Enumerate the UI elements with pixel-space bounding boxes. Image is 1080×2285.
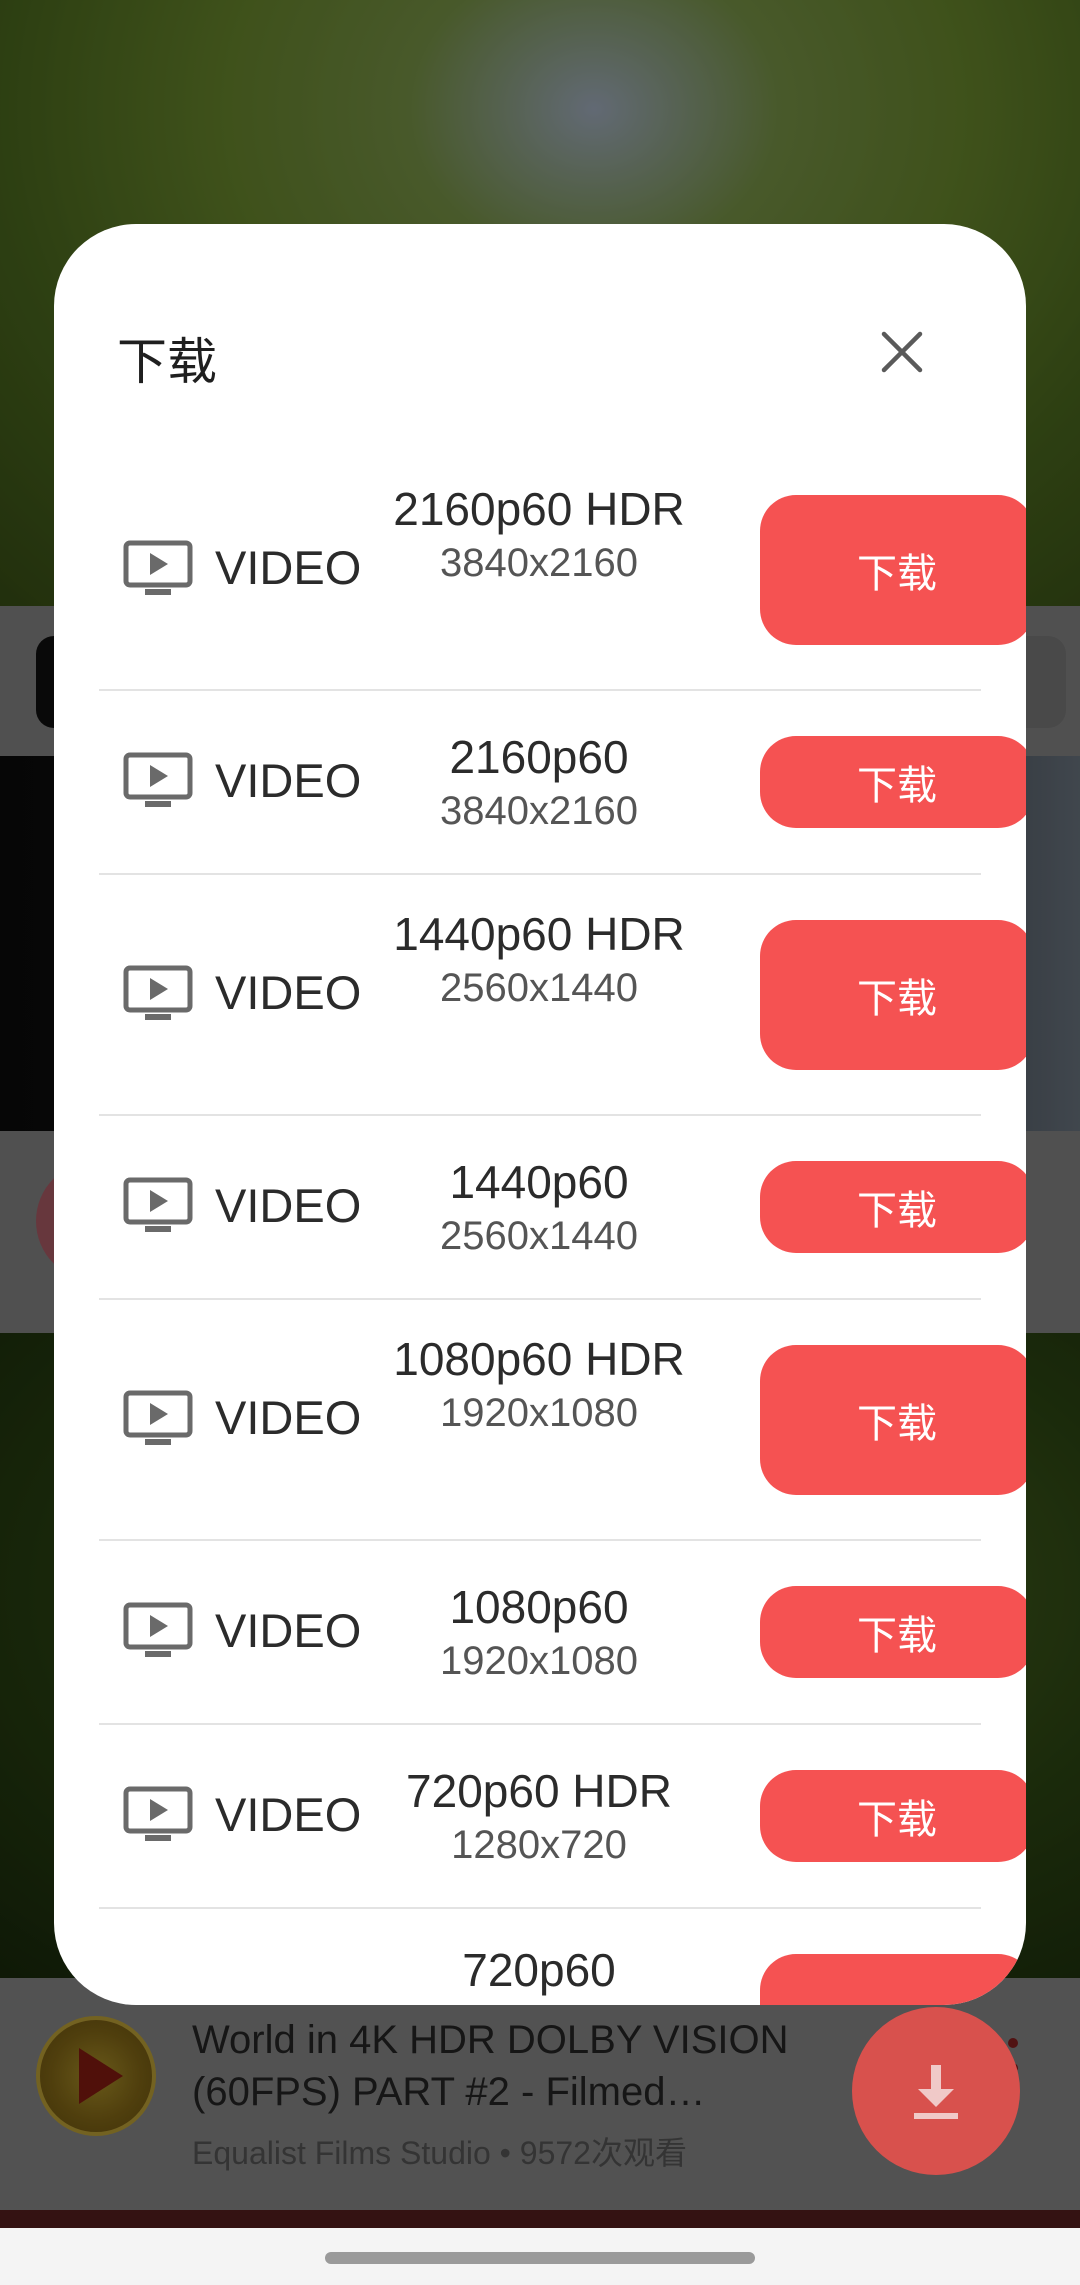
quality-label: 1440p60 xyxy=(449,1156,629,1208)
quality-label: 1440p60 HDR xyxy=(393,908,685,960)
quality-label: 720p60 HDR xyxy=(406,1765,672,1817)
video-icon xyxy=(123,1177,193,1232)
resolution-label: 2560x1440 xyxy=(440,966,638,1010)
home-indicator[interactable] xyxy=(325,2252,755,2264)
format-row: VIDEO 1440p60 HDR 2560x1440 下载 xyxy=(99,875,1026,1116)
download-dialog: 下载 VIDEO 2160p60 HDR 3840x2160 下载 VIDEO … xyxy=(54,224,1026,2005)
format-quality: 720p60 HDR 1280x720 xyxy=(389,1762,689,1870)
format-quality: 1440p60 HDR 2560x1440 xyxy=(389,905,689,1013)
quality-label: 1080p60 xyxy=(449,1581,629,1633)
video-icon xyxy=(123,1786,193,1841)
close-button[interactable] xyxy=(870,320,934,384)
resolution-label: 1920x1080 xyxy=(440,1639,638,1683)
resolution-label: 1920x1080 xyxy=(440,1391,638,1435)
format-quality: 1440p60 2560x1440 xyxy=(389,1153,689,1261)
quality-label: 1080p60 HDR xyxy=(393,1333,685,1385)
resolution-label: 2560x1440 xyxy=(440,1214,638,1258)
download-button[interactable]: 下载 xyxy=(760,920,1026,1070)
download-button[interactable] xyxy=(760,1954,1026,2005)
format-row: 720p60 xyxy=(99,1909,1026,2005)
format-quality: 1080p60 1920x1080 xyxy=(389,1578,689,1686)
resolution-label: 3840x2160 xyxy=(440,789,638,833)
format-row: VIDEO 1080p60 1920x1080 下载 xyxy=(99,1541,1026,1725)
format-row: VIDEO 2160p60 HDR 3840x2160 下载 xyxy=(99,450,1026,691)
format-type: VIDEO xyxy=(215,541,362,594)
download-button[interactable]: 下载 xyxy=(760,736,1026,828)
format-type: VIDEO xyxy=(215,1788,362,1841)
format-type: VIDEO xyxy=(215,1391,362,1444)
download-button[interactable]: 下载 xyxy=(760,1345,1026,1495)
video-icon xyxy=(123,1602,193,1657)
format-type: VIDEO xyxy=(215,1179,362,1232)
floating-download-button[interactable] xyxy=(852,2007,1020,2175)
download-button[interactable]: 下载 xyxy=(760,1161,1026,1253)
format-row: VIDEO 720p60 HDR 1280x720 下载 xyxy=(99,1725,1026,1909)
download-button[interactable]: 下载 xyxy=(760,495,1026,645)
format-type: VIDEO xyxy=(215,1604,362,1657)
dialog-title: 下载 xyxy=(117,333,217,391)
close-icon xyxy=(881,331,923,373)
format-type: VIDEO xyxy=(215,966,362,1019)
quality-label: 2160p60 xyxy=(449,731,629,783)
video-icon xyxy=(123,752,193,807)
format-quality: 1080p60 HDR 1920x1080 xyxy=(389,1330,689,1438)
format-row: VIDEO 1080p60 HDR 1920x1080 下载 xyxy=(99,1300,1026,1541)
quality-label: 2160p60 HDR xyxy=(393,483,685,535)
quality-label: 720p60 xyxy=(462,1944,616,1996)
video-icon xyxy=(123,1390,193,1445)
format-list: VIDEO 2160p60 HDR 3840x2160 下载 VIDEO 216… xyxy=(99,450,1026,2005)
download-arrow-icon xyxy=(914,2065,958,2119)
dialog-header: 下载 xyxy=(54,224,1026,450)
video-icon xyxy=(123,965,193,1020)
format-quality: 2160p60 3840x2160 xyxy=(389,728,689,836)
gesture-bar xyxy=(0,2228,1080,2285)
format-quality: 720p60 xyxy=(389,1941,689,1999)
download-button[interactable]: 下载 xyxy=(760,1586,1026,1678)
download-button[interactable]: 下载 xyxy=(760,1770,1026,1862)
resolution-label: 3840x2160 xyxy=(440,541,638,585)
format-type: VIDEO xyxy=(215,754,362,807)
video-icon xyxy=(123,540,193,595)
format-row: VIDEO 2160p60 3840x2160 下载 xyxy=(99,691,1026,875)
resolution-label: 1280x720 xyxy=(451,1823,627,1867)
format-quality: 2160p60 HDR 3840x2160 xyxy=(389,480,689,588)
format-row: VIDEO 1440p60 2560x1440 下载 xyxy=(99,1116,1026,1300)
